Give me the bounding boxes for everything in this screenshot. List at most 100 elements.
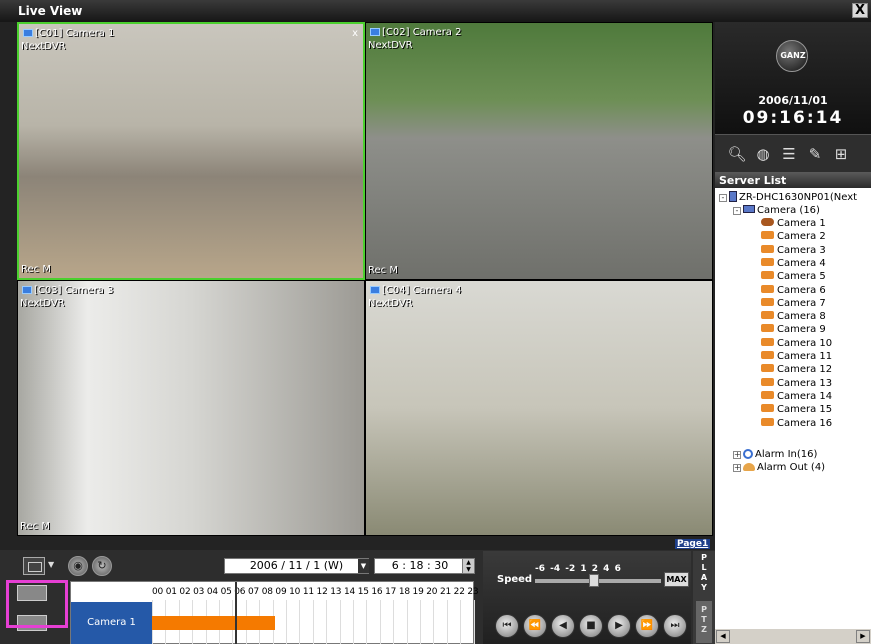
ptz-tab[interactable]: PTZ bbox=[696, 601, 712, 643]
timeline-gridline bbox=[473, 600, 475, 644]
tree-camera-item[interactable]: Camera 3 bbox=[761, 244, 826, 257]
alarm-in-icon bbox=[743, 449, 753, 459]
camera-icon bbox=[22, 286, 32, 294]
tree-camera-group[interactable]: - Camera (16) bbox=[733, 204, 820, 217]
timeline-cursor[interactable] bbox=[235, 582, 237, 644]
time-field[interactable]: 6 : 18 : 30 bbox=[374, 558, 466, 574]
timeline-gridline bbox=[446, 600, 448, 644]
camera-icon bbox=[761, 311, 774, 320]
tree-camera-item[interactable]: Camera 6 bbox=[761, 284, 826, 297]
camera-icon bbox=[761, 364, 774, 373]
scroll-right-icon[interactable]: ▶ bbox=[856, 630, 870, 643]
speed-slider-handle[interactable] bbox=[589, 574, 599, 587]
tree-camera-item[interactable]: Camera 14 bbox=[761, 390, 832, 403]
camera-icon bbox=[370, 286, 380, 294]
capture-icon[interactable]: ◉ bbox=[68, 556, 88, 576]
timeline-gridline bbox=[286, 600, 287, 644]
tree-camera-item[interactable]: Camera 5 bbox=[761, 270, 826, 283]
page-link[interactable]: Page1 bbox=[675, 539, 711, 549]
clock-time: 09:16:14 bbox=[742, 108, 844, 128]
date-field[interactable]: 2006 / 11 / 1 (W) bbox=[224, 558, 369, 574]
skip-start-icon[interactable]: ⏮ bbox=[495, 614, 519, 638]
camera-title: [C01] Camera 1 bbox=[23, 28, 114, 39]
layout-icon[interactable] bbox=[23, 557, 45, 575]
tree-camera-item[interactable]: Camera 10 bbox=[761, 337, 832, 350]
timeline-gridline bbox=[420, 600, 421, 644]
step-forward-icon[interactable]: ⏩ bbox=[635, 614, 659, 638]
tree-camera-item[interactable]: Camera 12 bbox=[761, 363, 832, 376]
camera-view-3[interactable]: [C03] Camera 3 NextDVR Rec M bbox=[17, 280, 365, 536]
collapse-icon[interactable]: - bbox=[719, 194, 727, 202]
camera-icon bbox=[761, 337, 774, 346]
camera-title: [C02] Camera 2 bbox=[370, 27, 461, 38]
clock-date: 2006/11/01 bbox=[758, 94, 828, 107]
timeline-gridline bbox=[406, 600, 408, 644]
tree-camera-item[interactable]: Camera 7 bbox=[761, 297, 826, 310]
tree-camera-item[interactable]: Camera 8 bbox=[761, 310, 826, 323]
camera-view-4[interactable]: [C04] Camera 4 NextDVR bbox=[365, 280, 713, 536]
camera-icon bbox=[761, 377, 774, 386]
tree-camera-item[interactable]: Camera 2 bbox=[761, 230, 826, 243]
skip-end-icon[interactable]: ⏭ bbox=[663, 614, 687, 638]
dvr-label: NextDVR bbox=[21, 41, 66, 52]
tree-camera-item[interactable]: Camera 13 bbox=[761, 377, 832, 390]
stop-icon[interactable]: ■ bbox=[579, 614, 603, 638]
camera-icon bbox=[761, 351, 774, 359]
dvr-label: NextDVR bbox=[20, 298, 65, 309]
tree-alarm-out[interactable]: + Alarm Out (4) bbox=[733, 461, 825, 474]
horizontal-scrollbar[interactable]: ◀ ▶ bbox=[715, 628, 871, 644]
database-icon[interactable]: ☰ bbox=[779, 144, 799, 164]
timeline-gridline bbox=[433, 600, 435, 644]
tree-camera-item[interactable]: Camera 1 bbox=[761, 217, 826, 230]
step-back-icon[interactable]: ⏪ bbox=[523, 614, 547, 638]
timeline-record-bar[interactable] bbox=[152, 616, 275, 630]
wrench-icon[interactable]: ✎ bbox=[805, 144, 825, 164]
camera-icon bbox=[761, 324, 774, 333]
search-icon[interactable]: 🔍︎ bbox=[727, 144, 747, 164]
tree-camera-item[interactable]: Camera 11 bbox=[761, 350, 832, 363]
network-icon[interactable]: ⊞ bbox=[831, 144, 851, 164]
close-view-icon[interactable]: x bbox=[352, 28, 358, 39]
tree-alarm-in[interactable]: + Alarm In(16) bbox=[733, 448, 817, 461]
refresh-icon[interactable]: ↻ bbox=[92, 556, 112, 576]
camera-icon bbox=[761, 244, 774, 253]
calendar-dropdown-icon[interactable]: ▼ bbox=[358, 559, 369, 573]
live-view-window: Live View X [C01] Camera 1 NextDVR x Rec… bbox=[0, 0, 871, 644]
tree-camera-item[interactable]: Camera 9 bbox=[761, 323, 826, 336]
globe-icon[interactable]: ◍ bbox=[753, 144, 773, 164]
expand-icon[interactable]: + bbox=[733, 451, 741, 459]
reverse-play-icon[interactable]: ◀ bbox=[551, 614, 575, 638]
camera-title: [C03] Camera 3 bbox=[22, 285, 113, 296]
speed-ticks: -6 -4 -2 1 2 4 6 bbox=[535, 564, 621, 574]
timeline-gridline bbox=[326, 600, 328, 644]
timeline-gridline bbox=[379, 600, 381, 644]
chevron-down-icon[interactable]: ▼ bbox=[48, 560, 54, 569]
tree-camera-item[interactable]: Camera 16 bbox=[761, 417, 832, 430]
play-icon[interactable]: ▶ bbox=[607, 614, 631, 638]
tree-server[interactable]: - ZR-DHC1630NP01(Next bbox=[719, 191, 857, 204]
max-speed-button[interactable]: MAX bbox=[664, 572, 689, 587]
collapse-icon[interactable]: - bbox=[733, 207, 741, 215]
camera-icon bbox=[761, 417, 774, 426]
play-tab[interactable]: PLAY bbox=[697, 553, 711, 597]
camera-view-1[interactable]: [C01] Camera 1 NextDVR x Rec M bbox=[17, 22, 365, 280]
record-status: Rec M bbox=[368, 265, 398, 276]
tree-camera-item[interactable]: Camera 4 bbox=[761, 257, 826, 270]
tree-camera-item[interactable]: Camera 15 bbox=[761, 403, 832, 416]
scroll-left-icon[interactable]: ◀ bbox=[716, 630, 730, 643]
camera-icon bbox=[370, 28, 380, 36]
timeline-gridline bbox=[460, 600, 462, 644]
timeline[interactable]: 00 01 02 03 04 05 06 07 08 09 10 11 12 1… bbox=[70, 581, 479, 644]
mode-tabs: PLAY PTZ bbox=[693, 551, 715, 644]
timeline-gridline bbox=[353, 600, 354, 644]
close-button[interactable]: X bbox=[852, 3, 868, 18]
camera-view-2[interactable]: [C02] Camera 2 NextDVR Rec M bbox=[365, 22, 713, 280]
record-status: Rec M bbox=[20, 521, 50, 532]
dvr-label: NextDVR bbox=[368, 298, 413, 309]
time-spinner-icon[interactable]: ▲ ▼ bbox=[462, 558, 475, 574]
expand-icon[interactable]: + bbox=[733, 464, 741, 472]
camera-group-icon bbox=[743, 205, 755, 213]
timeline-gridline bbox=[393, 600, 395, 644]
camera-icon bbox=[761, 390, 774, 399]
clock-panel: GANZ 2006/11/01 09:16:14 bbox=[715, 22, 871, 134]
